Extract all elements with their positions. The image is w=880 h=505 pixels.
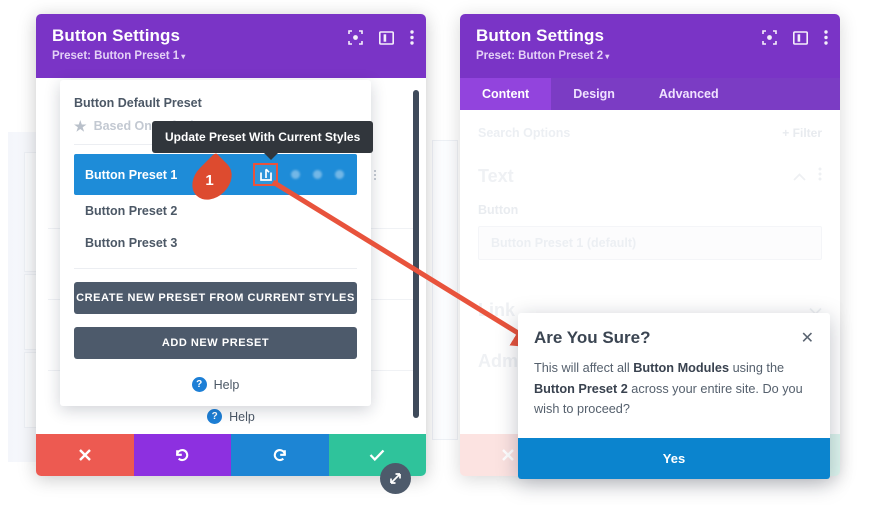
screenshot-root: ? Help Button Settings Preset: Button Pr…	[0, 0, 880, 505]
chevron-up-icon[interactable]	[793, 168, 806, 186]
layout-columns-icon[interactable]	[379, 30, 394, 45]
dropdown-help-link[interactable]: ? Help	[60, 377, 371, 392]
left-button-settings-modal: ? Help Button Settings Preset: Button Pr…	[36, 14, 426, 476]
filter-label: Filter	[792, 126, 822, 140]
confirm-dialog-title: Are You Sure?	[534, 328, 651, 347]
search-input[interactable]: Search Options	[478, 126, 570, 140]
section-header-text[interactable]: Text	[478, 154, 822, 203]
left-modal-action-bar	[36, 434, 426, 476]
filter-button[interactable]: + Filter	[782, 126, 822, 140]
help-label: Help	[229, 409, 255, 424]
add-new-preset-button[interactable]: ADD NEW PRESET	[74, 327, 357, 359]
background-panel-4	[432, 140, 458, 440]
tab-content[interactable]: Content	[460, 78, 552, 110]
confirm-dialog: Are You Sure? ✕ This will affect all But…	[518, 313, 830, 479]
chevron-down-icon: ▾	[181, 52, 186, 61]
kebab-menu-icon[interactable]	[824, 30, 828, 45]
preset-label: Button Preset 1	[85, 167, 178, 182]
preset-row-kebab-icon[interactable]	[374, 169, 376, 180]
right-modal-preset-selector[interactable]: Preset: Button Preset 2 ▾	[476, 50, 824, 62]
confirm-yes-button[interactable]: Yes	[518, 437, 830, 479]
tab-advanced[interactable]: Advanced	[637, 78, 741, 110]
left-modal-help-lower[interactable]: ? Help	[36, 409, 426, 424]
rename-preset-icon[interactable]	[291, 170, 300, 179]
focus-target-icon[interactable]	[348, 30, 363, 45]
kebab-menu-icon[interactable]	[410, 30, 414, 45]
right-modal-preset-label: Preset: Button Preset 2	[476, 50, 604, 62]
layout-columns-icon[interactable]	[793, 30, 808, 45]
msg-part-2: using the	[729, 361, 785, 375]
msg-strong-1: Button Modules	[633, 361, 730, 375]
section-header-icons	[793, 167, 822, 186]
left-modal-header: Button Settings Preset: Button Preset 1 ▾	[36, 14, 426, 78]
left-modal-preset-selector[interactable]: Preset: Button Preset 1 ▾	[52, 50, 410, 62]
step-badge-number: 1	[205, 171, 214, 189]
tab-design[interactable]: Design	[551, 78, 637, 110]
preset-row-button-preset-3[interactable]: Button Preset 3	[74, 227, 357, 259]
right-modal-header: Button Settings Preset: Button Preset 2 ▾	[460, 14, 840, 78]
preset-label: Button Preset 3	[85, 236, 178, 250]
preset-row-button-preset-2[interactable]: Button Preset 2	[74, 195, 357, 227]
left-modal-preset-label: Preset: Button Preset 1	[52, 50, 180, 62]
default-preset-title: Button Default Preset	[74, 96, 202, 110]
undo-button[interactable]	[133, 434, 231, 476]
plus-icon: +	[782, 126, 790, 140]
confirm-dialog-message: This will affect all Button Modules usin…	[518, 352, 830, 438]
left-modal-scrollbar[interactable]	[413, 90, 419, 418]
star-icon: ★	[74, 118, 87, 134]
preset-label: Button Preset 2	[85, 204, 178, 218]
cancel-button[interactable]	[36, 434, 134, 476]
focus-target-icon[interactable]	[762, 30, 777, 45]
confirm-dialog-header: Are You Sure? ✕	[518, 313, 830, 352]
right-modal-header-icons	[762, 30, 828, 45]
left-modal-header-icons	[348, 30, 414, 45]
close-icon[interactable]: ✕	[801, 328, 814, 347]
resize-handle[interactable]	[380, 463, 411, 494]
help-icon: ?	[191, 377, 207, 392]
update-preset-icon[interactable]	[253, 163, 278, 186]
section-title: Link	[478, 300, 516, 320]
help-label: Help	[213, 377, 240, 392]
step-badge-1: 1	[184, 152, 240, 208]
preset-row-actions	[253, 163, 349, 186]
msg-part-1: This will affect all	[534, 361, 634, 375]
right-modal-tabbar: Content Design Advanced	[460, 78, 840, 110]
field-value-button-preset[interactable]: Button Preset 1 (default)	[478, 226, 822, 260]
section-title: Text	[478, 166, 514, 186]
update-preset-tooltip: Update Preset With Current Styles	[152, 121, 374, 160]
redo-button[interactable]	[231, 434, 329, 476]
search-row: Search Options + Filter	[478, 120, 822, 154]
kebab-menu-icon[interactable]	[818, 167, 822, 186]
create-new-preset-button[interactable]: CREATE NEW PRESET FROM CURRENT STYLES	[74, 282, 357, 314]
field-label-button: Button	[478, 203, 519, 217]
save-button[interactable]	[328, 434, 426, 476]
msg-strong-2: Button Preset 2	[534, 381, 628, 396]
divider	[74, 268, 357, 269]
help-icon: ?	[207, 409, 223, 424]
duplicate-preset-icon[interactable]	[313, 170, 322, 179]
chevron-down-icon: ▾	[605, 52, 610, 61]
delete-preset-icon[interactable]	[335, 170, 344, 179]
